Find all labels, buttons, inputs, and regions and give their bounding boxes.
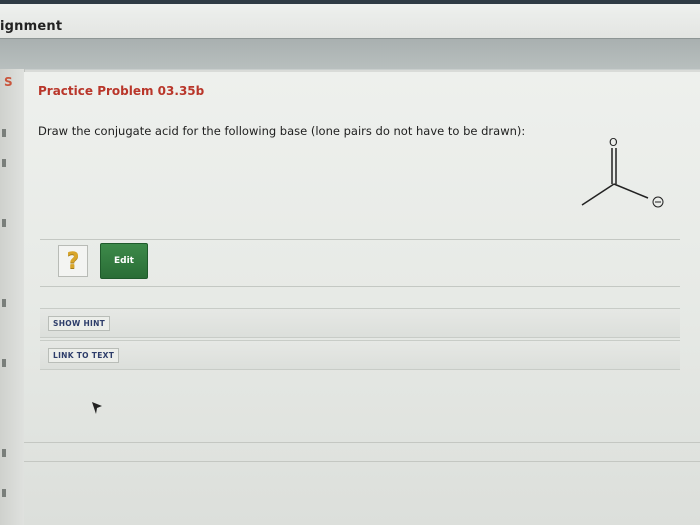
- link-to-text-button[interactable]: LINK TO TEXT: [48, 348, 120, 363]
- problem-panel: Practice Problem 03.35b Draw the conjuga…: [24, 72, 700, 525]
- hint-row: SHOW HINT: [40, 308, 680, 338]
- sidebar-tick: [2, 159, 6, 167]
- problem-prompt: Draw the conjugate acid for the followin…: [38, 124, 526, 138]
- answer-placeholder[interactable]: ?: [58, 245, 88, 277]
- sidebar-tick: [2, 489, 6, 497]
- link-row: LINK TO TEXT: [40, 340, 680, 370]
- molecule-structure: O: [581, 136, 664, 208]
- mouse-cursor-icon: [92, 402, 102, 414]
- sidebar-marker: S: [4, 75, 13, 89]
- answer-area: ? Edit: [40, 239, 680, 287]
- problem-title: Practice Problem 03.35b: [38, 84, 205, 98]
- oxygen-label: O: [609, 136, 618, 149]
- header-title: ignment: [0, 19, 63, 34]
- show-hint-button[interactable]: SHOW HINT: [48, 316, 111, 331]
- sidebar-tick: [2, 449, 6, 457]
- divider: [24, 461, 700, 462]
- sidebar-tick: [2, 359, 6, 367]
- left-sidebar: S: [0, 69, 25, 525]
- sidebar-tick: [2, 219, 6, 227]
- header-toolbar: [0, 38, 700, 70]
- assignment-header: ignment: [0, 4, 700, 38]
- question-mark-icon: ?: [66, 248, 80, 274]
- divider: [24, 442, 700, 443]
- edit-button[interactable]: Edit: [100, 243, 148, 279]
- sidebar-tick: [2, 129, 6, 137]
- sidebar-tick: [2, 299, 6, 307]
